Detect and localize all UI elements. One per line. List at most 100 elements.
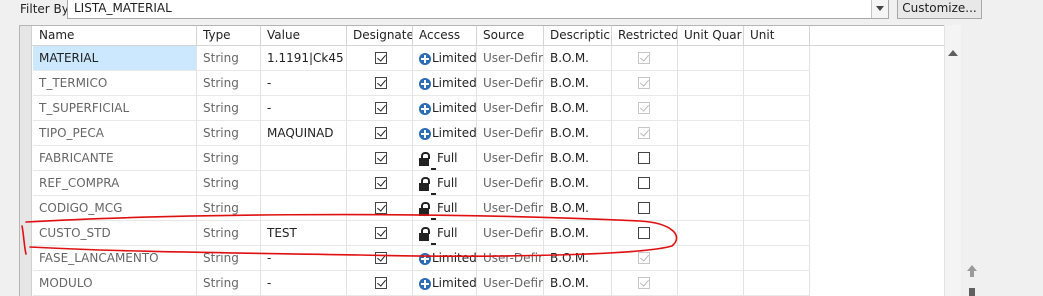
unit-cell[interactable]: [744, 246, 810, 271]
unit-cell[interactable]: [744, 46, 810, 71]
scroll-up-icon[interactable]: [948, 50, 958, 56]
designate-checkbox[interactable]: [375, 202, 387, 214]
description-cell[interactable]: B.O.M.: [544, 96, 612, 121]
table-row[interactable]: CODIGO_MCGString Full User-DefineB.O.M.: [20, 196, 961, 221]
value-cell[interactable]: [261, 171, 347, 196]
description-cell[interactable]: B.O.M.: [544, 171, 612, 196]
designate-cell[interactable]: [347, 96, 413, 121]
access-cell[interactable]: Full: [413, 196, 477, 221]
designate-cell[interactable]: [347, 121, 413, 146]
name-cell[interactable]: T_TERMICO: [33, 71, 197, 96]
customize-button[interactable]: Customize...: [897, 0, 982, 19]
row-selector[interactable]: [20, 71, 32, 96]
value-cell[interactable]: -: [261, 246, 347, 271]
restricted-cell[interactable]: [612, 96, 678, 121]
access-cell[interactable]: Limited: [413, 246, 477, 271]
description-cell[interactable]: B.O.M.: [544, 71, 612, 96]
description-cell[interactable]: B.O.M.: [544, 271, 612, 296]
designate-cell[interactable]: [347, 221, 413, 246]
column-header[interactable]: Unit Quar: [678, 26, 744, 46]
restricted-cell[interactable]: [612, 271, 678, 296]
description-cell[interactable]: B.O.M.: [544, 46, 612, 71]
unit-quantity-cell[interactable]: [678, 121, 744, 146]
type-cell[interactable]: String: [197, 271, 261, 296]
source-cell[interactable]: User-Define: [477, 271, 544, 296]
access-cell[interactable]: Limited: [413, 71, 477, 96]
description-cell[interactable]: B.O.M.: [544, 146, 612, 171]
table-row[interactable]: TIPO_PECAStringMAQUINAD LimitedUser-Defin…: [20, 121, 961, 146]
type-cell[interactable]: String: [197, 196, 261, 221]
value-cell[interactable]: -: [261, 96, 347, 121]
unit-quantity-cell[interactable]: [678, 221, 744, 246]
row-selector[interactable]: [20, 46, 32, 71]
unit-cell[interactable]: [744, 271, 810, 296]
source-cell[interactable]: User-Define: [477, 71, 544, 96]
row-selector[interactable]: [20, 271, 32, 296]
column-header[interactable]: Access: [413, 26, 477, 46]
row-selector[interactable]: [20, 196, 32, 221]
type-cell[interactable]: String: [197, 146, 261, 171]
name-cell[interactable]: FASE_LANCAMENTO: [33, 246, 197, 271]
designate-checkbox[interactable]: [375, 277, 387, 289]
table-row[interactable]: FABRICANTEString Full User-DefineB.O.M.: [20, 146, 961, 171]
type-cell[interactable]: String: [197, 246, 261, 271]
source-cell[interactable]: User-Define: [477, 171, 544, 196]
restricted-cell[interactable]: [612, 46, 678, 71]
designate-cell[interactable]: [347, 146, 413, 171]
unit-quantity-cell[interactable]: [678, 246, 744, 271]
name-cell[interactable]: MATERIAL: [33, 46, 197, 71]
designate-cell[interactable]: [347, 46, 413, 71]
value-cell[interactable]: TEST: [261, 221, 347, 246]
table-row[interactable]: T_TERMICOString- LimitedUser-DefineB.O.M.: [20, 71, 961, 96]
unit-cell[interactable]: [744, 146, 810, 171]
table-row[interactable]: CUSTO_STDStringTEST Full User-DefineB.O.M.: [20, 221, 961, 246]
table-row[interactable]: MATERIAL String 1.1191|Ck45 Limited User-Def…: [20, 46, 961, 71]
access-cell[interactable]: Limited: [413, 271, 477, 296]
row-selector[interactable]: [20, 246, 32, 271]
access-cell[interactable]: Limited: [413, 121, 477, 146]
restricted-cell[interactable]: [612, 71, 678, 96]
restricted-checkbox[interactable]: [638, 202, 650, 214]
unit-quantity-cell[interactable]: [678, 96, 744, 121]
source-cell[interactable]: User-Define: [477, 196, 544, 221]
unit-cell[interactable]: [744, 221, 810, 246]
name-cell[interactable]: TIPO_PECA: [33, 121, 197, 146]
column-header[interactable]: Restricted: [612, 26, 678, 46]
type-cell[interactable]: String: [197, 96, 261, 121]
filter-dropdown[interactable]: LISTA_MATERIAL: [67, 0, 889, 19]
value-cell[interactable]: [261, 196, 347, 221]
description-cell[interactable]: B.O.M.: [544, 196, 612, 221]
restricted-cell[interactable]: [612, 221, 678, 246]
unit-cell[interactable]: [744, 96, 810, 121]
unit-cell[interactable]: [744, 171, 810, 196]
designate-cell[interactable]: [347, 171, 413, 196]
type-cell[interactable]: String: [197, 221, 261, 246]
move-down-icon[interactable]: [966, 286, 978, 296]
column-header[interactable]: Unit: [744, 26, 810, 46]
designate-checkbox[interactable]: [375, 127, 387, 139]
value-cell[interactable]: -: [261, 71, 347, 96]
description-cell[interactable]: B.O.M.: [544, 121, 612, 146]
restricted-cell[interactable]: [612, 121, 678, 146]
column-header[interactable]: Value: [261, 26, 347, 46]
row-selector[interactable]: [20, 121, 32, 146]
unit-quantity-cell[interactable]: [678, 196, 744, 221]
column-header[interactable]: Name: [33, 26, 197, 46]
table-row[interactable]: REF_COMPRAString Full User-DefineB.O.M.: [20, 171, 961, 196]
row-selector[interactable]: [20, 171, 32, 196]
chevron-down-icon[interactable]: [871, 0, 888, 18]
table-row[interactable]: FASE_LANCAMENTOString- LimitedUser-Define…: [20, 246, 961, 271]
designate-checkbox[interactable]: [375, 177, 387, 189]
source-cell[interactable]: User-Define: [477, 246, 544, 271]
value-cell[interactable]: -: [261, 271, 347, 296]
designate-cell[interactable]: [347, 271, 413, 296]
value-cell[interactable]: MAQUINAD: [261, 121, 347, 146]
vertical-scrollbar[interactable]: [944, 25, 961, 296]
description-cell[interactable]: B.O.M.: [544, 246, 612, 271]
unit-quantity-cell[interactable]: [678, 171, 744, 196]
source-cell[interactable]: User-Define: [477, 221, 544, 246]
description-cell[interactable]: B.O.M.: [544, 221, 612, 246]
designate-cell[interactable]: [347, 196, 413, 221]
access-cell[interactable]: Full: [413, 146, 477, 171]
designate-checkbox[interactable]: [375, 227, 387, 239]
